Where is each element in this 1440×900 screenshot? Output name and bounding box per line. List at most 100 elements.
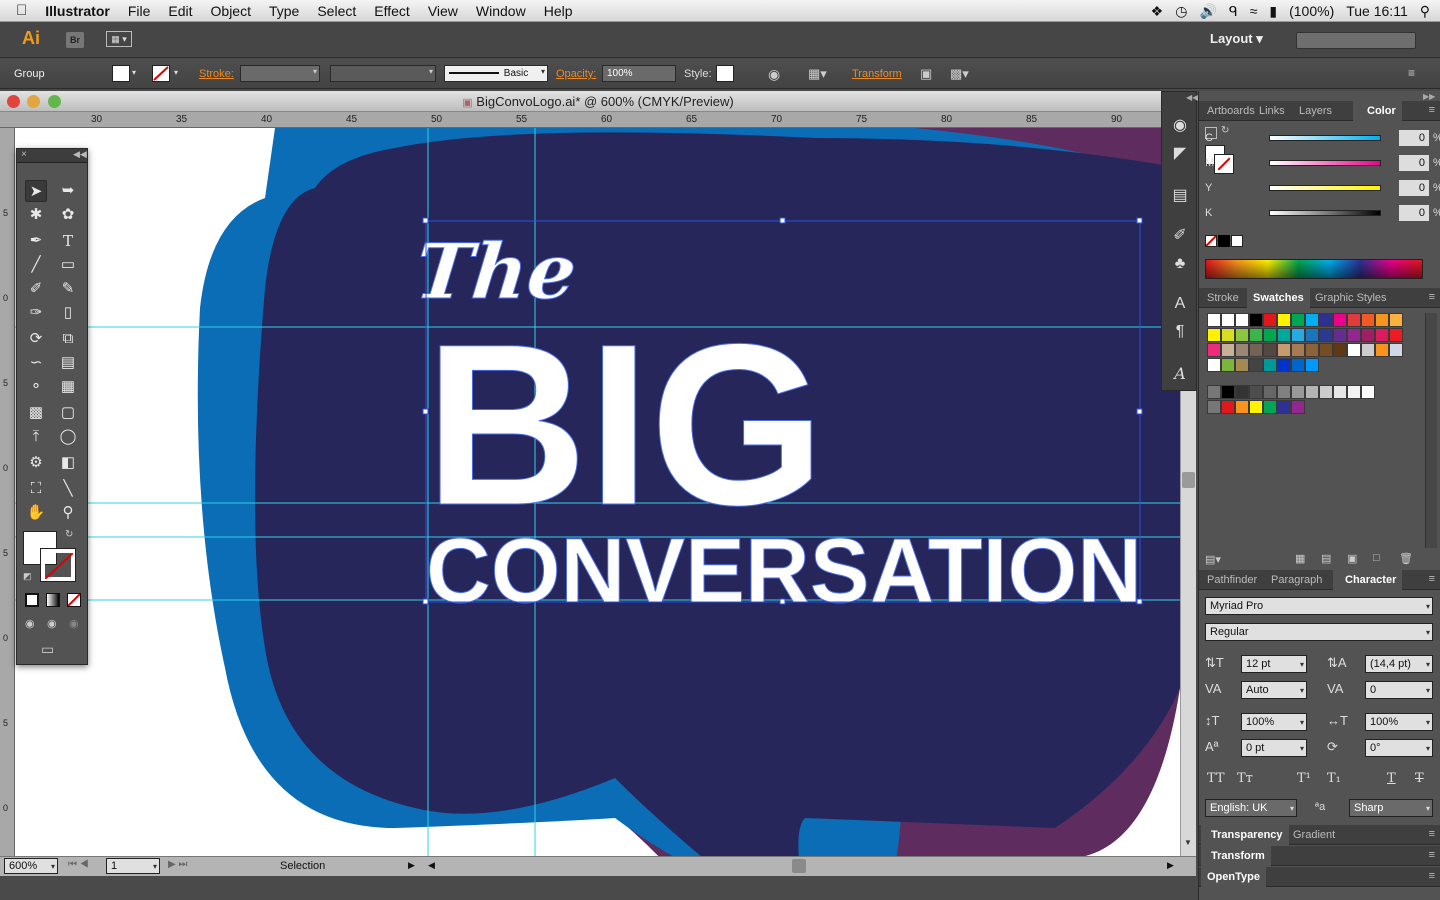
- current-tool-status[interactable]: Selection: [280, 860, 325, 872]
- swatch[interactable]: [1333, 385, 1347, 399]
- swatch[interactable]: [1389, 343, 1403, 357]
- free-transform-tool-icon[interactable]: ▤: [57, 352, 79, 374]
- variable-width-profile[interactable]: ▾: [330, 65, 436, 82]
- rotate-tool-icon[interactable]: ⟳: [25, 328, 47, 350]
- tab-opentype[interactable]: OpenType: [1201, 867, 1266, 887]
- swatch[interactable]: [1207, 358, 1221, 372]
- swatch[interactable]: [1319, 343, 1333, 357]
- swatch[interactable]: [1221, 385, 1235, 399]
- swatch[interactable]: [1249, 343, 1263, 357]
- swatch[interactable]: [1305, 385, 1319, 399]
- artwork[interactable]: The BIG CONVERSATION: [15, 128, 1180, 856]
- color-spectrum[interactable]: [1205, 259, 1423, 279]
- tab-artboards[interactable]: Artboards: [1201, 101, 1261, 121]
- direct-selection-tool-icon[interactable]: ➥: [57, 180, 79, 202]
- opacity-field[interactable]: 100%: [602, 65, 676, 82]
- swatch[interactable]: [1221, 400, 1235, 414]
- swatch[interactable]: [1347, 343, 1361, 357]
- align-panel-icon[interactable]: ▤: [1170, 186, 1190, 206]
- dropbox-icon[interactable]: ❖: [1151, 3, 1164, 20]
- swatch[interactable]: [1235, 385, 1249, 399]
- transform-link[interactable]: Transform: [852, 68, 902, 80]
- tab-stroke[interactable]: Stroke: [1201, 288, 1245, 308]
- menu-app-name[interactable]: Illustrator: [36, 3, 119, 19]
- swatch[interactable]: [1207, 400, 1221, 414]
- language-dropdown[interactable]: English: UK ▾: [1205, 799, 1297, 817]
- symbol-sprayer-tool-icon[interactable]: ⚙: [25, 452, 47, 474]
- gradient-mode-button[interactable]: [46, 593, 60, 607]
- color-panel-menu-icon[interactable]: ≡: [1429, 104, 1435, 116]
- small-caps-icon[interactable]: Tт: [1237, 771, 1253, 786]
- arrange-documents-icon[interactable]: ▦ ▾: [106, 31, 132, 47]
- swatch[interactable]: [1347, 385, 1361, 399]
- superscript-icon[interactable]: T¹: [1297, 771, 1311, 786]
- opacity-label[interactable]: Opacity:: [556, 68, 596, 80]
- swatch[interactable]: [1375, 328, 1389, 342]
- baseline-shift-field[interactable]: 0 pt ▾: [1241, 739, 1307, 757]
- gradient-tool-icon[interactable]: ▢: [57, 402, 79, 424]
- tools-panel-header[interactable]: × ◀◀: [17, 149, 87, 163]
- font-style-field[interactable]: Regular ▾: [1205, 623, 1433, 641]
- swatch-options-icon[interactable]: ▤: [1321, 552, 1331, 565]
- swatch[interactable]: [1319, 313, 1333, 327]
- menu-edit[interactable]: Edit: [159, 3, 201, 19]
- menu-file[interactable]: File: [119, 3, 160, 19]
- perspective-grid-tool-icon[interactable]: ▦: [57, 376, 79, 398]
- swatch[interactable]: [1207, 328, 1221, 342]
- kerning-field[interactable]: Auto ▾: [1241, 681, 1307, 699]
- black-value[interactable]: 0: [1399, 205, 1429, 221]
- blob-brush-tool-icon[interactable]: ✑: [25, 302, 47, 324]
- draw-normal-icon[interactable]: ◉: [25, 617, 35, 630]
- fill-swatch[interactable]: [112, 65, 130, 82]
- stroke-weight-field[interactable]: ▾: [240, 65, 320, 82]
- character-rotation-field[interactable]: 0° ▾: [1365, 739, 1433, 757]
- swatch[interactable]: [1361, 343, 1375, 357]
- horizontal-ruler[interactable]: 30 35 40 45 50 55 60 65 70 75 80 85 90: [0, 112, 1196, 128]
- type-tool-icon[interactable]: T: [57, 230, 79, 252]
- brush-definition[interactable]: Basic ▾: [444, 65, 548, 82]
- swatch[interactable]: [1305, 358, 1319, 372]
- close-panel-icon[interactable]: ×: [21, 149, 27, 160]
- swatch[interactable]: [1249, 313, 1263, 327]
- cyan-slider[interactable]: [1269, 135, 1381, 141]
- time-machine-icon[interactable]: ◷: [1175, 3, 1187, 20]
- all-caps-icon[interactable]: TT: [1207, 771, 1225, 786]
- swatch[interactable]: [1221, 328, 1235, 342]
- none-mode-button[interactable]: [67, 593, 81, 607]
- new-swatch-icon[interactable]: □: [1373, 552, 1380, 564]
- selection-tool-icon[interactable]: ➤: [25, 180, 47, 202]
- default-fill-stroke-icon[interactable]: ◩: [23, 571, 32, 582]
- bluetooth-icon[interactable]: ᑫ: [1229, 3, 1238, 20]
- tab-swatches[interactable]: Swatches: [1247, 288, 1310, 308]
- swatches-panel-menu-icon[interactable]: ≡: [1429, 291, 1435, 303]
- swatch[interactable]: [1319, 385, 1333, 399]
- screen-mode-icon[interactable]: ▭: [41, 641, 54, 658]
- swatch[interactable]: [1235, 400, 1249, 414]
- tab-gradient[interactable]: Gradient: [1287, 825, 1341, 845]
- align-icon[interactable]: ▦▾: [808, 66, 827, 82]
- swatch[interactable]: [1389, 313, 1403, 327]
- swatch[interactable]: [1235, 343, 1249, 357]
- swatch[interactable]: [1361, 385, 1375, 399]
- tab-transform[interactable]: Transform: [1201, 846, 1271, 866]
- swatch[interactable]: [1291, 313, 1305, 327]
- tab-graphic-styles[interactable]: Graphic Styles: [1309, 288, 1393, 308]
- yellow-value[interactable]: 0: [1399, 180, 1429, 196]
- swatch[interactable]: [1277, 385, 1291, 399]
- line-tool-icon[interactable]: ╱: [25, 254, 47, 276]
- spotlight-icon[interactable]: ⚲: [1420, 3, 1430, 20]
- white-quick-swatch[interactable]: [1231, 235, 1243, 247]
- width-tool-icon[interactable]: ∽: [25, 352, 47, 374]
- menu-select[interactable]: Select: [308, 3, 365, 19]
- horizontal-scale-field[interactable]: 100% ▾: [1365, 713, 1433, 731]
- color-mode-button[interactable]: [25, 593, 39, 607]
- blend-tool-icon[interactable]: ◯: [57, 426, 79, 448]
- slice-tool-icon[interactable]: ╲: [57, 478, 79, 500]
- recolor-artwork-icon[interactable]: ◉: [768, 66, 780, 83]
- hand-tool-icon[interactable]: ✋: [25, 502, 47, 524]
- select-similar-icon[interactable]: ▩▾: [950, 66, 969, 82]
- swatch[interactable]: [1249, 400, 1263, 414]
- first-artboard-icon[interactable]: ⏮ ◀: [68, 859, 89, 870]
- stroke-dropdown-icon[interactable]: ▾: [174, 68, 178, 77]
- swatch[interactable]: [1375, 343, 1389, 357]
